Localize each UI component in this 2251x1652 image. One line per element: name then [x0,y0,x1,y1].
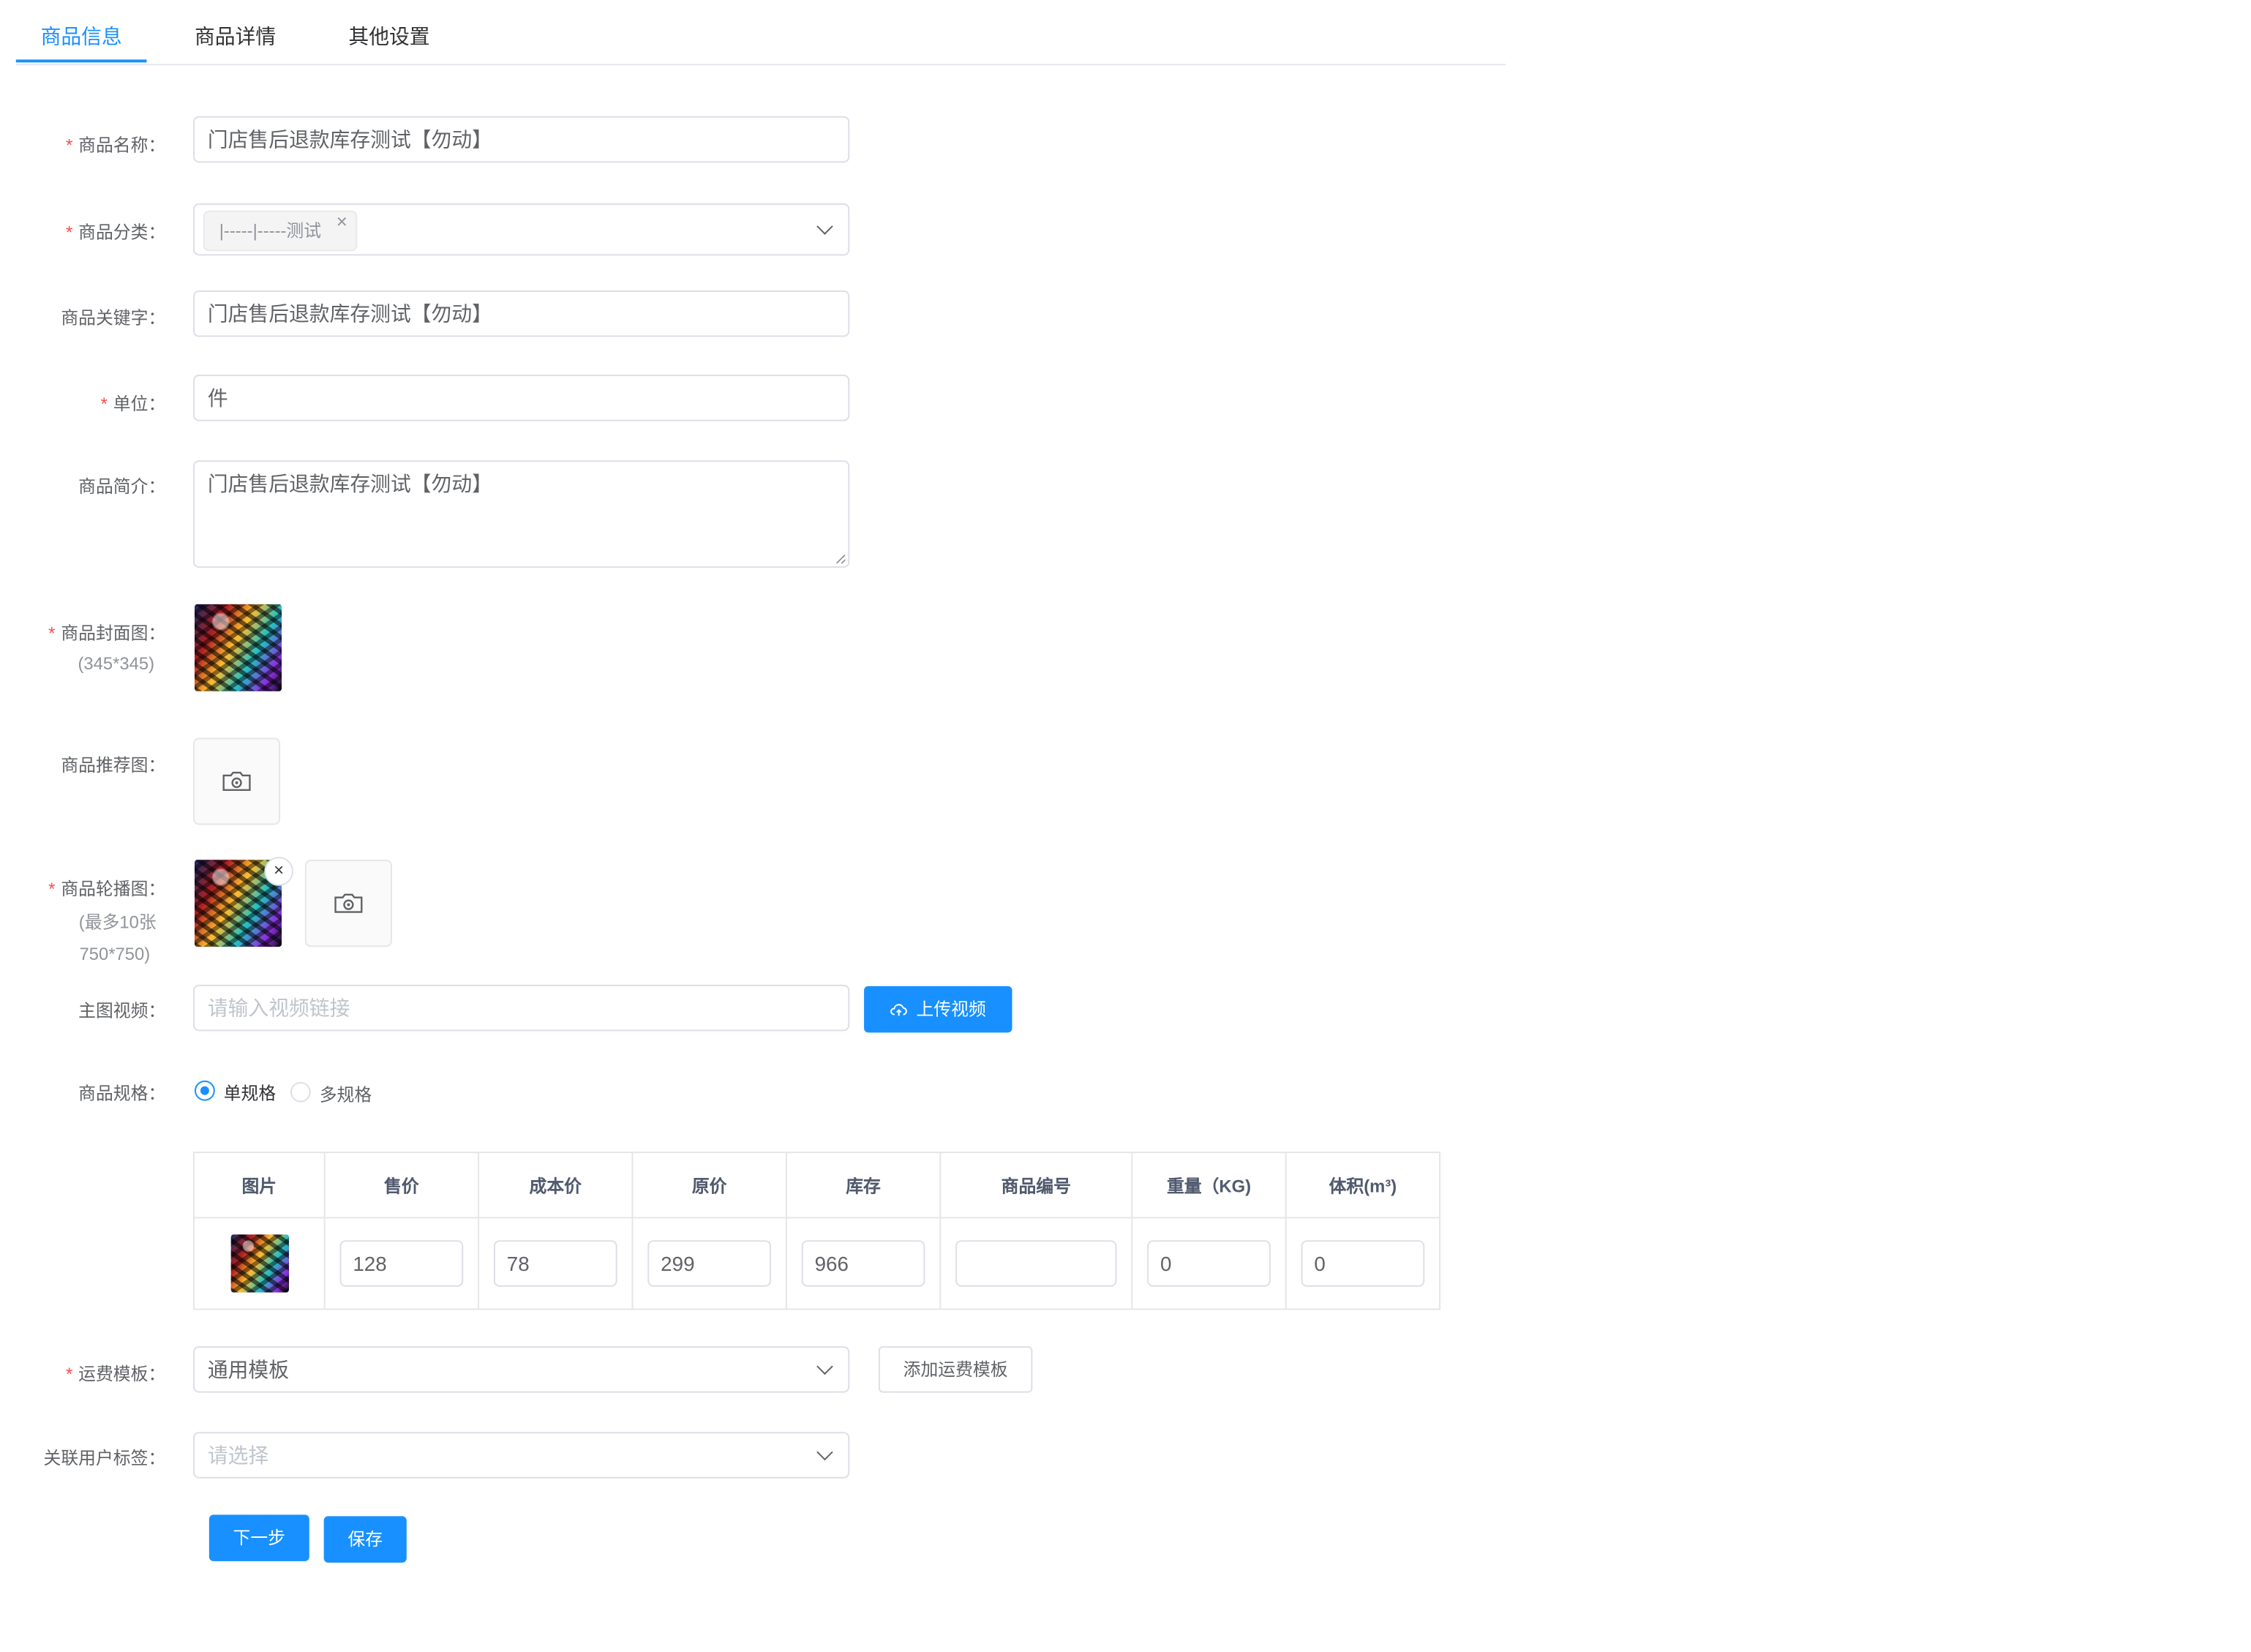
spec-label: 商品规格： [78,1083,166,1104]
next-step-button[interactable]: 下一步 [208,1514,309,1561]
tag-close-icon[interactable]: × [337,203,347,241]
cell-weight: 0 [1131,1217,1287,1310]
active-tab-indicator [15,59,147,63]
cover-image-label: * 商品封面图： [48,623,166,644]
spec-table: 图片 售价 成本价 原价 库存 商品编号 重量（KG) 体积(m³) 128 7… [193,1152,1441,1310]
carousel-image-upload[interactable] [304,860,392,947]
product-category-label: * 商品分类： [65,222,166,243]
camera-icon [334,893,363,913]
single-spec-radio[interactable] [194,1080,215,1101]
col-header-code: 商品编号 [939,1152,1133,1219]
category-tag: |-----|-----测试 × [203,210,358,252]
chevron-down-icon [816,1443,833,1461]
col-header-image: 图片 [193,1152,326,1219]
category-tag-text: |-----|-----测试 [219,220,322,241]
product-name-input[interactable]: 门店售后退款库存测试【勿动】 [193,116,850,163]
user-tag-select[interactable]: 请选择 [193,1432,850,1479]
sku-image-thumbnail[interactable] [230,1234,289,1293]
shipping-template-value: 通用模板 [207,1357,290,1381]
cell-stock: 966 [785,1217,942,1310]
user-tag-label: 关联用户标签： [43,1448,166,1468]
tab-bar: 商品信息 商品详情 其他设置 [15,0,1506,66]
resize-handle[interactable] [836,555,846,564]
shipping-template-label: * 运费模板： [65,1363,166,1384]
cell-price: 128 [323,1217,480,1310]
col-header-cost: 成本价 [478,1152,634,1219]
video-url-input[interactable]: 请输入视频链接 [193,984,850,1032]
user-tag-placeholder: 请选择 [207,1443,269,1467]
unit-label: * 单位： [100,393,166,414]
single-spec-label[interactable]: 单规格 [224,1081,276,1105]
save-button[interactable]: 保存 [323,1516,407,1563]
camera-icon [222,771,251,792]
tab-product-info[interactable]: 商品信息 [41,0,122,64]
remove-image-icon[interactable]: × [264,857,293,886]
col-header-volume: 体积(m³) [1285,1152,1441,1219]
recommend-image-upload[interactable] [193,737,281,825]
upload-video-button[interactable]: 上传视频 [864,985,1012,1033]
product-keywords-label: 商品关键字： [61,307,166,328]
col-header-weight: 重量（KG) [1131,1152,1287,1219]
product-name-label: * 商品名称： [65,135,166,156]
add-shipping-template-button[interactable]: 添加运费模板 [878,1346,1033,1393]
video-label: 主图视频： [78,1000,166,1021]
table-header-row: 图片 售价 成本价 原价 库存 商品编号 重量（KG) 体积(m³) [193,1152,1441,1219]
cell-image [193,1217,326,1310]
cell-code [939,1217,1133,1310]
table-row: 128 78 299 966 0 0 [193,1217,1441,1310]
tab-product-detail[interactable]: 商品详情 [195,0,276,64]
chevron-down-icon [816,218,833,235]
col-header-stock: 库存 [785,1152,942,1219]
price-input[interactable]: 128 [339,1240,464,1287]
carousel-image-label: * 商品轮播图： [48,878,166,899]
cloud-upload-icon [890,1004,907,1016]
cost-input[interactable]: 78 [493,1240,617,1287]
shipping-template-select[interactable]: 通用模板 [193,1346,850,1393]
product-category-select[interactable]: |-----|-----测试 × [193,203,850,256]
volume-input[interactable]: 0 [1301,1240,1425,1287]
upload-video-label: 上传视频 [916,999,986,1020]
product-code-input[interactable] [955,1240,1117,1287]
unit-input[interactable]: 件 [193,375,850,421]
multi-spec-label[interactable]: 多规格 [320,1082,372,1107]
original-price-input[interactable]: 299 [647,1240,772,1287]
tab-other-settings[interactable]: 其他设置 [348,0,429,64]
cell-volume: 0 [1285,1217,1441,1310]
product-summary-label: 商品简介： [78,476,166,497]
multi-spec-radio[interactable] [290,1081,311,1103]
cover-image-thumbnail[interactable] [194,604,282,691]
chevron-down-icon [816,1358,833,1375]
cell-original: 299 [631,1217,787,1310]
cover-image-hint: (345*345) [78,653,155,675]
carousel-hint-line2: 750*750) [79,944,151,965]
col-header-price: 售价 [323,1152,480,1219]
weight-input[interactable]: 0 [1147,1240,1271,1287]
product-keywords-input[interactable]: 门店售后退款库存测试【勿动】 [193,290,850,337]
recommend-image-label: 商品推荐图： [61,755,166,776]
carousel-hint-line1: (最多10张 [78,912,157,933]
col-header-original: 原价 [631,1152,787,1219]
cell-cost: 78 [478,1217,634,1310]
summary-text: 门店售后退款库存测试【勿动】 [207,472,492,495]
stock-input[interactable]: 966 [801,1240,925,1287]
product-summary-textarea[interactable]: 门店售后退款库存测试【勿动】 [193,460,850,568]
product-form-page: 商品信息 商品详情 其他设置 * 商品名称： 门店售后退款库存测试【勿动】 * 商品… [0,0,2251,1641]
